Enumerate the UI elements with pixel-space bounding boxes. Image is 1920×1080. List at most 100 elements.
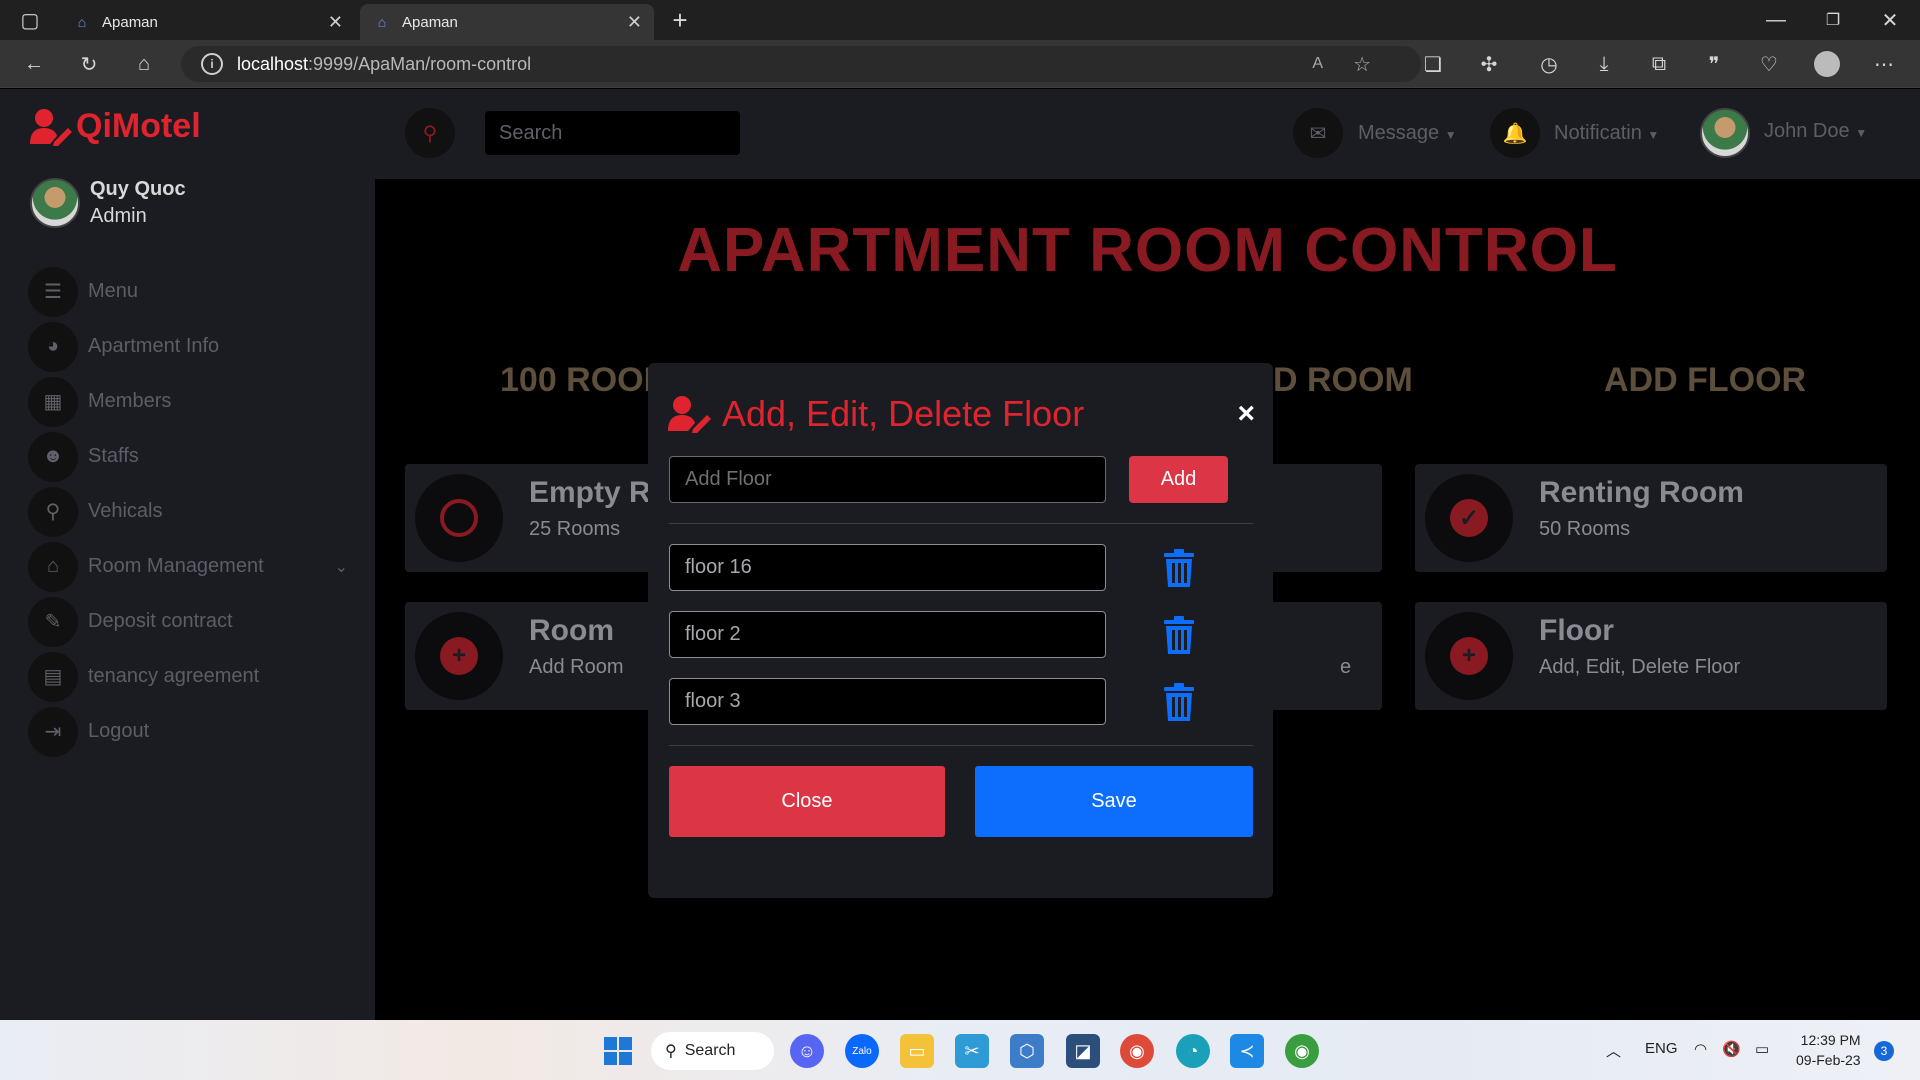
restore-icon[interactable]: ❐ [1819, 6, 1847, 34]
envelope-icon[interactable]: ✉ [1293, 108, 1343, 158]
language-indicator[interactable]: ENG [1645, 1040, 1678, 1057]
tab-actions-icon[interactable]: ▢ [16, 6, 44, 34]
site-info-icon[interactable]: i [201, 53, 223, 75]
sidebar-item-label: Logout [88, 720, 150, 742]
sidebar-item-tenancy-agreement[interactable]: ▤ tenancy agreement [28, 649, 348, 704]
sidebar-profile: Quy Quoc Admin [30, 176, 186, 230]
divider [669, 523, 1253, 524]
home-icon[interactable]: ⌂ [130, 50, 158, 78]
browser-essentials-icon[interactable]: ♡ [1755, 50, 1783, 78]
url-host: localhost [237, 53, 309, 74]
card-subtitle: Add Room [529, 656, 624, 678]
user-dropdown[interactable]: John Doe ▼ [1764, 120, 1867, 143]
volume-muted-icon[interactable]: 🔇 [1722, 1040, 1741, 1058]
close-button[interactable]: Close [669, 766, 945, 837]
back-icon[interactable]: ← [20, 50, 48, 78]
message-dropdown[interactable]: Message ▼ [1358, 122, 1457, 145]
wifi-icon[interactable]: ◠ [1694, 1040, 1707, 1058]
card-subtitle: 50 Rooms [1539, 518, 1631, 540]
sidebar-item-deposit-contract[interactable]: ✎ Deposit contract [28, 594, 348, 649]
card-renting-room[interactable]: ✓ Renting Room 50 Rooms [1415, 464, 1887, 572]
vscode-icon[interactable]: ≺ [1230, 1034, 1264, 1068]
download-icon[interactable]: ⤓ [1590, 50, 1618, 78]
taskbar-search[interactable]: ⚲ Search [651, 1032, 774, 1070]
check-icon: ✓ [1450, 499, 1488, 537]
browser-tab-2[interactable]: ⌂ Apaman ✕ [360, 4, 654, 40]
zalo-icon[interactable]: Zalo [845, 1034, 879, 1068]
chrome-icon[interactable]: ◉ [1120, 1034, 1154, 1068]
start-icon[interactable] [601, 1034, 635, 1068]
notification-dropdown[interactable]: Notificatin ▼ [1554, 122, 1659, 145]
floor-field[interactable]: floor 16 [669, 544, 1106, 591]
avatar [30, 178, 80, 228]
sidebar-item-label: tenancy agreement [88, 665, 260, 687]
trash-icon[interactable] [1162, 549, 1196, 587]
card-title: Floor [1539, 614, 1614, 647]
trash-icon[interactable] [1162, 616, 1196, 654]
add-button[interactable]: Add [1129, 456, 1228, 503]
url-path: :9999/ApaMan/room-control [308, 53, 532, 74]
ide-icon[interactable]: ◪ [1066, 1034, 1100, 1068]
caret-down-icon: ▼ [1647, 128, 1660, 142]
card-floor[interactable]: + Floor Add, Edit, Delete Floor [1415, 602, 1887, 710]
new-tab-icon[interactable]: + [666, 5, 694, 35]
window-close-icon[interactable]: ✕ [1876, 6, 1904, 34]
profile-icon[interactable] [1813, 50, 1841, 78]
discord-icon[interactable]: ☺ [790, 1034, 824, 1068]
file-explorer-icon[interactable]: ▭ [900, 1034, 934, 1068]
stat-add-floor[interactable]: ADD FLOOR [1604, 361, 1806, 400]
close-tab-icon[interactable]: ✕ [328, 12, 343, 33]
battery-icon[interactable]: ▭ [1755, 1040, 1769, 1058]
screenshot-icon[interactable]: ⧉ [1645, 50, 1673, 78]
sidebar-item-room-management[interactable]: ⌂ Room Management ⌄ [28, 539, 348, 594]
sidebar-item-members[interactable]: ▦ Members [28, 374, 348, 429]
search-button[interactable]: ⚲ [405, 108, 455, 158]
more-menu-icon[interactable]: ⋯ [1870, 50, 1898, 78]
taskbar-search-label: Search [684, 1042, 736, 1059]
quote-icon[interactable]: ❞ [1700, 50, 1728, 78]
favorite-icon[interactable]: ☆ [1353, 52, 1371, 77]
read-aloud-icon[interactable]: A [1312, 55, 1323, 73]
sidebar-item-logout[interactable]: ⇥ Logout [28, 704, 348, 759]
minimize-icon[interactable]: — [1762, 6, 1790, 34]
sidebar-item-apartment-info[interactable]: ◕ Apartment Info [28, 319, 348, 374]
floor-field[interactable]: floor 3 [669, 678, 1106, 725]
reload-icon[interactable]: ↻ [75, 50, 103, 78]
clock[interactable]: 12:39 PM 09-Feb-23 [1796, 1030, 1861, 1070]
caret-down-icon: ▼ [1444, 128, 1457, 142]
save-button[interactable]: Save [975, 766, 1253, 837]
close-icon[interactable]: × [1237, 397, 1255, 431]
sidebar-item-staffs[interactable]: ☻ Staffs [28, 429, 348, 484]
floor-field[interactable]: floor 2 [669, 611, 1106, 658]
tray-chevron-icon[interactable]: ︿ [1606, 1040, 1621, 1061]
user-label: John Doe [1764, 120, 1850, 142]
extensions-icon[interactable]: ✣ [1475, 50, 1503, 78]
history-icon[interactable]: ◷ [1535, 50, 1563, 78]
site-favicon-icon: ⌂ [377, 14, 387, 30]
brand-logo[interactable]: QiMotel [30, 107, 201, 146]
taskbar: ⚲ Search ☺ Zalo ▭ ✂ ⬡ ◪ ◉ ◔ ≺ ◉ ︿ ENG ◠ 🔇… [0, 1020, 1920, 1080]
sidebar-item-label: Deposit contract [88, 610, 233, 632]
dashboard-icon: ◕ [28, 321, 78, 372]
card-subtitle: Add, Edit, Delete Floor [1539, 656, 1741, 678]
sidebar-item-vehicals[interactable]: ⚲ Vehicals [28, 484, 348, 539]
close-tab-icon[interactable]: ✕ [627, 12, 642, 33]
collections-icon[interactable]: ❏ [1419, 50, 1447, 78]
sidebar-item-menu[interactable]: ☰ Menu [28, 264, 348, 319]
sidebar-item-label: Vehicals [88, 500, 163, 522]
trash-icon[interactable] [1162, 683, 1196, 721]
profile-name: Quy Quoc [90, 178, 186, 200]
search-placeholder: Search [499, 121, 563, 144]
chevron-down-icon[interactable]: ⌄ [335, 557, 348, 577]
chrome-dev-icon[interactable]: ◉ [1285, 1034, 1319, 1068]
add-floor-input[interactable]: Add Floor [669, 456, 1106, 503]
bell-icon[interactable]: 🔔 [1490, 108, 1540, 158]
address-bar[interactable]: i localhost:9999/ApaMan/room-control A ☆ [181, 46, 1421, 82]
snipping-tool-icon[interactable]: ✂ [955, 1034, 989, 1068]
search-input[interactable]: Search [485, 111, 740, 155]
app-icon[interactable]: ⬡ [1010, 1034, 1044, 1068]
browser-tab-1[interactable]: ⌂ Apaman ✕ [60, 4, 355, 40]
edge-icon[interactable]: ◔ [1176, 1034, 1210, 1068]
user-avatar[interactable] [1700, 108, 1750, 158]
notification-badge[interactable]: 3 [1874, 1041, 1894, 1061]
